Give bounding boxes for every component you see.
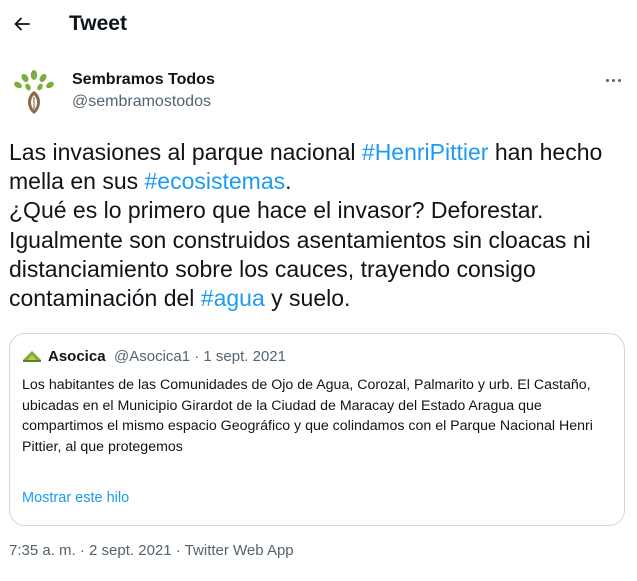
quoted-tweet[interactable]: Asocica @Asocica1 · 1 sept. 2021 Los hab… bbox=[9, 333, 625, 526]
quoted-author-meta: @Asocica1 · 1 sept. 2021 bbox=[114, 348, 286, 365]
tweet-text: Las invasiones al parque nacional #Henri… bbox=[9, 138, 629, 313]
separator: · bbox=[171, 542, 185, 559]
show-thread-link[interactable]: Mostrar este hilo bbox=[22, 489, 129, 507]
author-name[interactable]: Sembramos Todos bbox=[72, 70, 215, 90]
hashtag-link[interactable]: #ecosistemas bbox=[145, 168, 286, 194]
tweet-text-segment: y suelo. bbox=[264, 285, 351, 312]
page-title: Tweet bbox=[69, 12, 127, 35]
tweet-source[interactable]: Twitter Web App bbox=[185, 542, 294, 559]
hashtag-link[interactable]: #agua bbox=[201, 285, 265, 311]
tweet-time[interactable]: 7:35 a. m. bbox=[9, 542, 76, 559]
header: Tweet bbox=[0, 0, 637, 48]
quoted-author-name[interactable]: Asocica bbox=[48, 348, 106, 366]
tweet-text-segment: . bbox=[285, 168, 292, 195]
quoted-text-line: Los habitantes de las Comunidades de Ojo… bbox=[22, 377, 591, 414]
asocica-logo-icon bbox=[23, 351, 41, 362]
quoted-tweet-text: Los habitantes de las Comunidades de Ojo… bbox=[22, 375, 617, 457]
more-options-button[interactable] bbox=[598, 68, 628, 92]
tweet-date[interactable]: 2 sept. 2021 bbox=[89, 542, 172, 559]
quoted-text-line: compartimos el mismo espacio Geográfico … bbox=[22, 418, 593, 455]
tweet-timestamp: 7:35 a. m. · 2 sept. 2021 · Twitter Web … bbox=[9, 541, 294, 561]
tweet-text-segment: Las invasiones al parque nacional bbox=[9, 139, 362, 165]
plant-logo-icon bbox=[14, 70, 54, 114]
more-dots-icon bbox=[605, 78, 609, 82]
arrow-left-icon bbox=[14, 17, 30, 31]
hashtag-link[interactable]: #HenriPittier bbox=[362, 139, 489, 165]
back-button[interactable] bbox=[4, 6, 40, 42]
author-handle[interactable]: @sembramostodos bbox=[72, 92, 211, 112]
author-avatar[interactable] bbox=[9, 68, 59, 118]
separator: · bbox=[75, 542, 90, 559]
